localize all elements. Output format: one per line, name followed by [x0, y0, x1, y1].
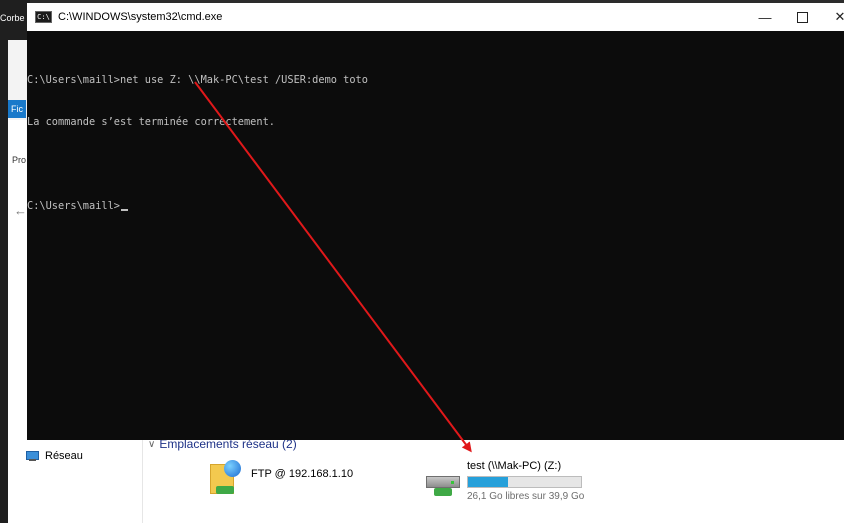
network-drive-icon — [425, 460, 461, 500]
location-label: FTP @ 192.168.1.10 — [251, 468, 354, 480]
console-prompt: C:\Users\maill> — [27, 200, 120, 212]
network-drive-z[interactable]: test (\\Mak-PC) (Z:) 26,1 Go libres sur … — [425, 460, 584, 502]
network-location-ftp[interactable]: FTP @ 192.168.1.10 — [207, 458, 353, 498]
console-icon: C:\ — [35, 11, 52, 23]
drive-label: test (\\Mak-PC) (Z:) — [467, 460, 562, 472]
tab-fichier[interactable]: Fic — [8, 100, 26, 118]
drive-usage-bar — [467, 476, 582, 488]
text-cursor — [121, 209, 128, 211]
nav-item-reseau[interactable]: Réseau — [26, 450, 83, 462]
console-prompt-line[interactable]: C:\Users\maill> — [27, 199, 844, 213]
ribbon-partial-label: Pro — [12, 155, 27, 165]
ftp-folder-icon — [207, 458, 243, 498]
cmd-window[interactable]: C:\ C:\WINDOWS\system32\cmd.exe — ✕ C:\U… — [27, 3, 844, 440]
arrow-left-icon[interactable]: ← — [14, 203, 27, 218]
chevron-down-icon: ∨ — [148, 438, 156, 450]
console-line: La commande s’est terminée correctement. — [27, 116, 275, 128]
nav-item-label: Réseau — [45, 450, 83, 462]
console-line: C:\Users\maill>net use Z: \\Mak-PC\test … — [27, 74, 368, 86]
desktop-icon-label[interactable]: Corbe — [0, 13, 25, 23]
console-output[interactable]: C:\Users\maill>net use Z: \\Mak-PC\test … — [27, 45, 844, 241]
maximize-icon — [796, 11, 808, 23]
window-title: C:\WINDOWS\system32\cmd.exe — [58, 11, 223, 23]
close-button[interactable]: ✕ — [820, 3, 844, 31]
network-icon — [26, 450, 40, 462]
drive-free-space: 26,1 Go libres sur 39,9 Go — [467, 491, 585, 502]
maximize-button[interactable] — [782, 3, 822, 31]
minimize-button[interactable]: — — [745, 3, 785, 31]
cmd-titlebar[interactable]: C:\ C:\WINDOWS\system32\cmd.exe — ✕ — [27, 3, 844, 31]
